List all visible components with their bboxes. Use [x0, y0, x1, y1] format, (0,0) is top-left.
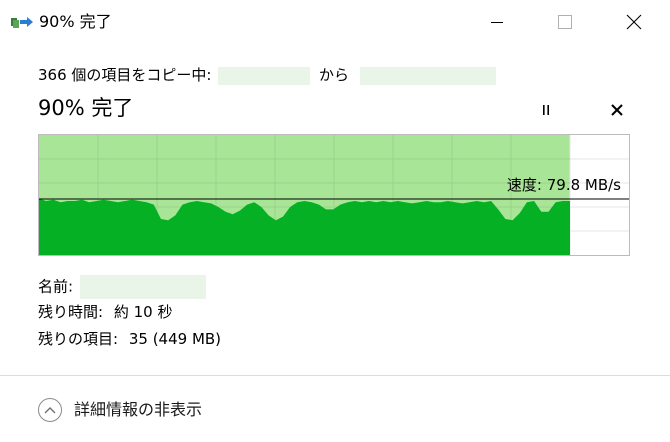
copy-count-text: 366 個の項目をコピー中:: [38, 66, 212, 84]
time-remaining-label: 残り時間:: [38, 303, 104, 321]
destination-redacted: [359, 66, 496, 85]
pause-button[interactable]: [536, 100, 556, 120]
speed-readout: 速度: 79.8 MB/s: [506, 176, 621, 194]
chevron-up-icon: [44, 407, 56, 414]
copy-files-icon: [11, 17, 33, 28]
copy-description: 366 個の項目をコピー中: から: [38, 64, 496, 86]
cancel-button[interactable]: [607, 100, 627, 120]
less-details-label: 詳細情報の非表示: [74, 400, 203, 419]
pause-icon: [543, 105, 549, 115]
maximize-icon: [558, 15, 572, 29]
items-remaining-label: 残りの項目:: [38, 330, 119, 348]
minimize-button[interactable]: [474, 0, 520, 44]
less-details-button[interactable]: 詳細情報の非表示: [38, 396, 202, 424]
items-remaining-value: 35 (449 MB): [128, 330, 222, 348]
file-name-row: 名前:: [38, 275, 206, 299]
time-remaining-value: 約 10 秒: [113, 303, 173, 321]
minimize-icon: [491, 22, 503, 23]
close-icon: [626, 14, 642, 30]
speed-area: [39, 198, 570, 255]
window-title: 90% 完了: [39, 12, 112, 31]
time-remaining-row: 残り時間: 約 10 秒: [38, 301, 172, 323]
footer-divider: [0, 375, 670, 376]
speed-graph: 速度: 79.8 MB/s: [38, 134, 630, 256]
items-remaining-row: 残りの項目: 35 (449 MB): [38, 328, 221, 350]
close-button[interactable]: [611, 0, 657, 44]
source-redacted: [218, 66, 311, 85]
chevron-up-circle: [38, 398, 62, 422]
title-bar: 90% 完了: [0, 0, 670, 44]
maximize-button[interactable]: [542, 0, 588, 44]
file-name-label: 名前:: [38, 277, 74, 296]
speed-graph-svg: [39, 135, 629, 255]
file-name-redacted: [79, 275, 206, 299]
copy-from-text: から: [319, 66, 350, 84]
cancel-icon: [611, 104, 623, 116]
progress-status: 90% 完了: [38, 96, 134, 120]
